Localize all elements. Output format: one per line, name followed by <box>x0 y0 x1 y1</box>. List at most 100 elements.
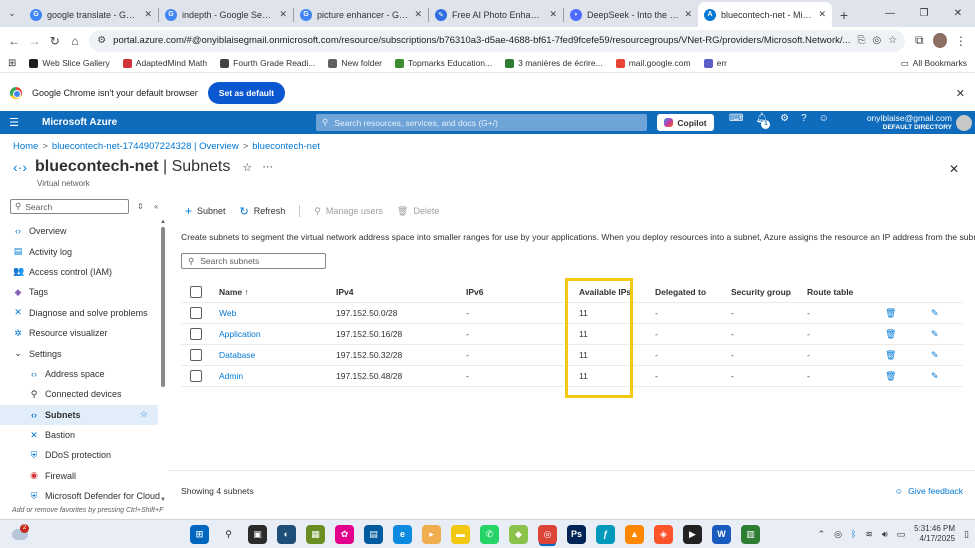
bookmark-item[interactable]: err <box>703 58 727 68</box>
help-icon[interactable]: ? <box>801 113 807 133</box>
taskbar-media-icon[interactable]: ▶ <box>683 524 702 544</box>
menu-item-microsoft-defender-for-cloud[interactable]: ⛨ Microsoft Defender for Cloud <box>0 486 160 506</box>
taskbar-app-g-icon[interactable]: ƒ <box>596 524 615 544</box>
browser-tab[interactable]: Ggoogle translate - Google ✕ <box>24 2 158 27</box>
bookmark-item[interactable]: Fourth Grade Readi... <box>220 58 315 68</box>
collapse-menu-icon[interactable]: « <box>154 202 158 211</box>
taskbar-vlc-icon[interactable]: ▲ <box>625 524 644 544</box>
taskbar-explorer-icon[interactable]: ▬ <box>451 524 470 544</box>
taskbar-powershell-icon[interactable]: Ps <box>567 524 586 544</box>
clock[interactable]: 5:31:46 PM 4/17/2025 <box>914 524 955 544</box>
delete-row-icon[interactable]: 🗑︎ <box>885 308 931 319</box>
row-checkbox[interactable] <box>190 349 202 361</box>
global-search-input[interactable]: ⚲ Search resources, services, and docs (… <box>316 114 647 131</box>
back-button[interactable]: ← <box>4 29 24 52</box>
restore-button[interactable]: ❐ <box>907 0 941 27</box>
browser-tab[interactable]: ◗ DeepSeek - Into the Unkno ✕ <box>564 2 698 27</box>
menu-item-settings[interactable]: ⌄ Settings <box>0 343 158 363</box>
notifications-bell-icon[interactable]: 🔔︎ 1 <box>755 113 771 133</box>
delete-row-icon[interactable]: 🗑︎ <box>885 329 931 340</box>
add-subnet-button[interactable]: + Subnet <box>185 204 226 218</box>
taskbar-app-h-icon[interactable]: ▥ <box>741 524 760 544</box>
taskbar-app-b-icon[interactable]: ▦ <box>306 524 325 544</box>
bookmark-item[interactable]: 3 manières de écrire... <box>505 58 603 68</box>
breadcrumb-overview-link[interactable]: bluecontech-net-1744907224328 | Overview <box>52 141 239 152</box>
battery-icon[interactable]: ▭ <box>897 529 906 540</box>
menu-search-input[interactable]: ⚲ Search <box>10 199 129 214</box>
reload-button[interactable]: ↻ <box>45 29 65 52</box>
bookmark-item[interactable]: Web Slice Gallery <box>29 58 110 68</box>
weather-widget[interactable]: 2 <box>0 520 40 548</box>
col-available-ips[interactable]: Available IPs <box>579 287 655 297</box>
breadcrumb-home-link[interactable]: Home <box>13 141 38 152</box>
tab-close-icon[interactable]: ✕ <box>549 9 557 20</box>
favorite-star-icon[interactable]: ☆ <box>242 161 252 174</box>
menu-item-connected-devices[interactable]: ⚲ Connected devices <box>0 384 158 404</box>
menu-item-firewall[interactable]: ◉ Firewall <box>0 466 158 486</box>
menu-item-resource-visualizer[interactable]: ✲ Resource visualizer <box>0 323 158 343</box>
taskbar-whatsapp-icon[interactable]: ✆ <box>480 524 499 544</box>
browser-tab[interactable]: Gindepth - Google Search ✕ <box>159 2 293 27</box>
apps-button[interactable]: ⊞ <box>8 58 16 69</box>
settings-gear-icon[interactable]: ⚙ <box>780 113 789 133</box>
blade-close-icon[interactable]: ✕ <box>949 162 959 176</box>
close-window-button[interactable]: ✕ <box>941 0 975 27</box>
all-bookmarks-button[interactable]: ▭ All Bookmarks <box>901 58 967 69</box>
select-all-checkbox[interactable] <box>190 286 202 298</box>
table-row[interactable]: Web 197.152.50.0/28 - 11 - - - 🗑︎ ✎ <box>181 303 963 324</box>
feedback-icon[interactable]: ☺ <box>819 113 829 133</box>
menu-item-diagnose-and-solve-problems[interactable]: ✕ Diagnose and solve problems <box>0 303 158 323</box>
wifi-icon[interactable]: ≋ <box>865 529 873 540</box>
banner-close-icon[interactable]: ✕ <box>956 87 965 100</box>
bookmark-item[interactable]: AdaptedMind Math <box>122 58 207 68</box>
menu-item-subnets[interactable]: ‹› Subnets ☆ <box>0 404 158 425</box>
menu-item-bastion[interactable]: ✕ Bastion <box>0 425 158 445</box>
account-avatar[interactable] <box>956 114 972 131</box>
taskbar-word-icon[interactable]: W <box>712 524 731 544</box>
chrome-menu-button[interactable]: ⋮ <box>951 29 971 52</box>
delete-row-icon[interactable]: 🗑︎ <box>885 371 931 382</box>
taskbar-chrome-icon[interactable]: ◎ <box>538 524 557 544</box>
volume-icon[interactable]: 🔊︎ <box>882 529 888 540</box>
subnet-name-link[interactable]: Application <box>219 329 336 339</box>
menu-item-access-control-iam[interactable]: 👥 Access control (IAM) <box>0 262 158 282</box>
cloud-shell-icon[interactable]: ⌨ <box>729 113 743 133</box>
refresh-button[interactable]: ↻ Refresh <box>240 205 286 218</box>
row-checkbox[interactable] <box>190 307 202 319</box>
home-button[interactable]: ⌂ <box>65 29 85 52</box>
notifications-icon[interactable]: ▯ <box>964 529 969 540</box>
row-checkbox[interactable] <box>190 328 202 340</box>
tab-search-button[interactable]: ⌄ <box>0 0 24 27</box>
subnet-name-link[interactable]: Web <box>219 308 336 318</box>
site-info-icon[interactable]: ⚙ <box>97 35 106 46</box>
browser-tab[interactable]: Gpicture enhancer - Google ✕ <box>294 2 428 27</box>
tray-app-icon[interactable]: ◎ <box>834 529 842 540</box>
taskbar-app-f-icon[interactable]: ◆ <box>509 524 528 544</box>
taskbar-search-icon[interactable]: ⚲ <box>219 524 238 544</box>
col-security-group[interactable]: Security group <box>731 287 807 297</box>
row-checkbox[interactable] <box>190 370 202 382</box>
taskbar-app-d-icon[interactable]: ▤ <box>364 524 383 544</box>
scroll-down-icon[interactable]: ▼ <box>160 497 166 503</box>
minimize-button[interactable]: — <box>873 0 907 27</box>
delete-button[interactable]: 🗑︎ Delete <box>397 206 439 217</box>
tab-close-icon[interactable]: ✕ <box>684 9 692 20</box>
col-ipv4[interactable]: IPv4 <box>336 287 466 297</box>
bookmark-item[interactable]: Topmarks Education... <box>395 58 492 68</box>
taskbar-app-e-icon[interactable]: ▸ <box>422 524 441 544</box>
menu-item-address-space[interactable]: ‹› Address space <box>0 364 158 384</box>
col-route-table[interactable]: Route table <box>807 287 885 297</box>
tab-close-icon[interactable]: ✕ <box>414 9 422 20</box>
menu-item-ddos-protection[interactable]: ⛨ DDoS protection <box>0 445 158 465</box>
pin-icon[interactable]: ✎ <box>931 371 961 382</box>
tab-close-icon[interactable]: ✕ <box>818 9 826 20</box>
table-row[interactable]: Admin 197.152.50.48/28 - 11 - - - 🗑︎ ✎ <box>181 366 963 387</box>
bookmark-item[interactable]: mail.google.com <box>615 58 691 68</box>
breadcrumb-current-link[interactable]: bluecontech-net <box>252 141 320 152</box>
expand-collapse-icon[interactable]: ⇕ <box>137 202 144 211</box>
table-row[interactable]: Database 197.152.50.32/28 - 11 - - - 🗑︎ ✎ <box>181 345 963 366</box>
scroll-up-icon[interactable]: ▲ <box>160 219 166 225</box>
taskbar-brave-icon[interactable]: ◈ <box>654 524 673 544</box>
bookmark-item[interactable]: New folder <box>328 58 382 68</box>
more-options-icon[interactable]: ··· <box>262 161 273 173</box>
